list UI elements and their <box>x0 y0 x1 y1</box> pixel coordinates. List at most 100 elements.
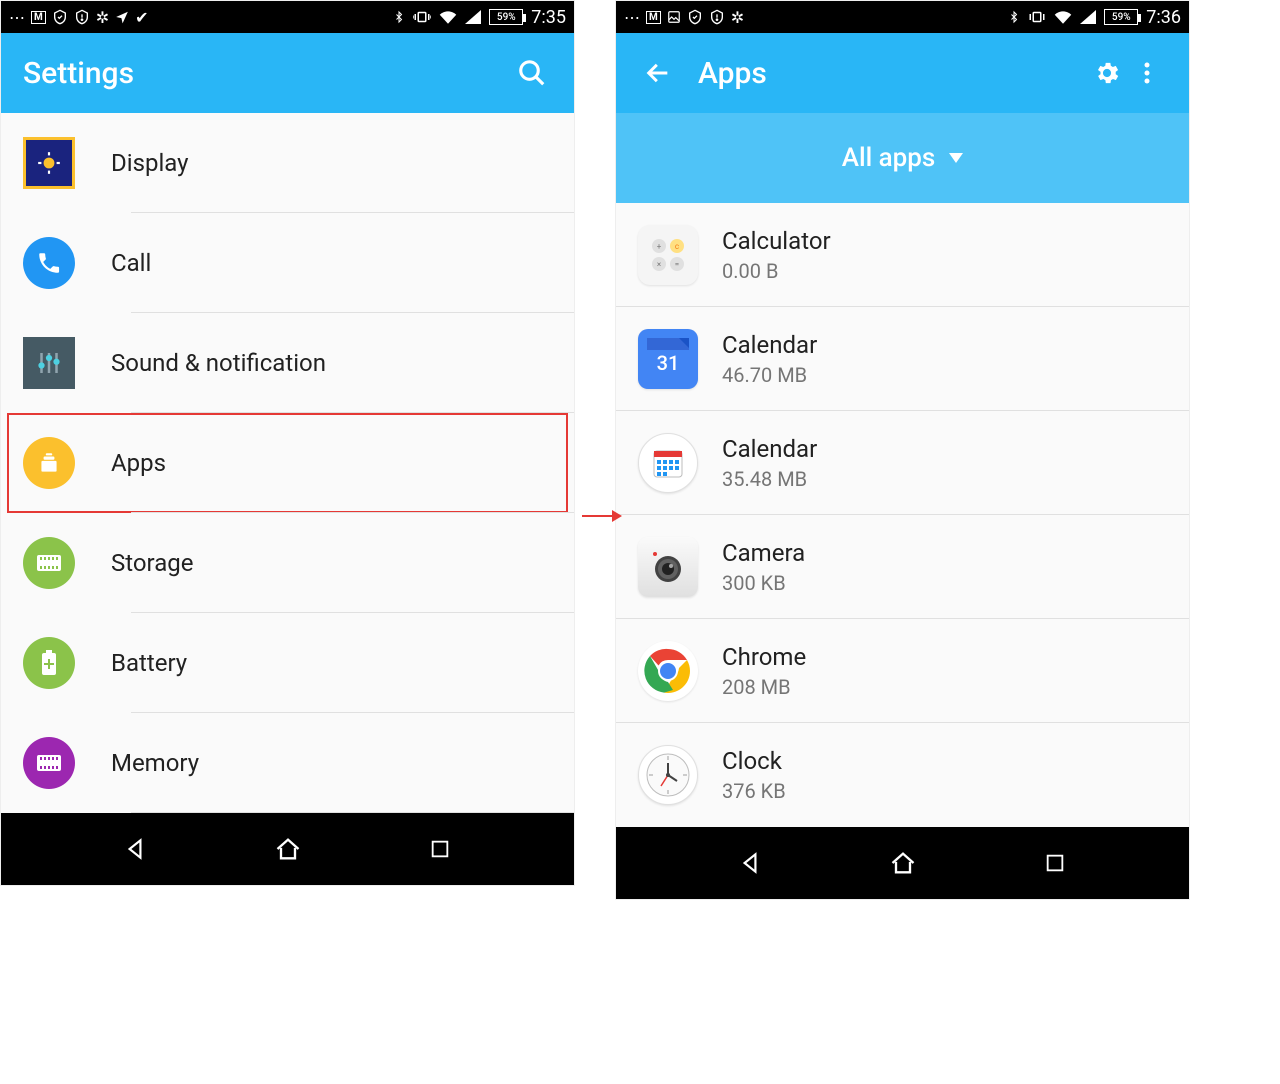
nav-back-button[interactable] <box>117 831 153 867</box>
item-label: Apps <box>111 449 166 477</box>
arrow-annotation <box>582 510 622 522</box>
status-time: 7:35 <box>531 7 566 28</box>
app-item-camera[interactable]: Camera 300 KB <box>616 515 1189 619</box>
vibrate-icon <box>1028 10 1046 24</box>
status-bar: ⋯ M ✲ ✔ <box>1 1 574 33</box>
battery-icon: 59% <box>1104 9 1138 25</box>
shield-check-icon <box>52 9 68 25</box>
arrow-right-icon <box>612 510 622 522</box>
app-size: 300 KB <box>722 571 805 595</box>
apps-list: +c×= Calculator 0.00 B 31 Calendar 46.70… <box>616 203 1189 827</box>
status-bar: ⋯ M ✲ <box>616 1 1189 33</box>
page-title: Apps <box>698 56 767 91</box>
settings-item-memory[interactable]: Memory <box>1 713 574 813</box>
signal-icon <box>465 10 481 24</box>
back-button[interactable] <box>638 53 678 93</box>
camera-icon <box>638 537 698 597</box>
app-item-calendar-stock[interactable]: Calendar 35.48 MB <box>616 411 1189 515</box>
display-icon <box>23 137 75 189</box>
sound-icon <box>23 337 75 389</box>
gmail-icon: M <box>31 11 46 24</box>
wifi-icon <box>439 10 457 24</box>
home-icon <box>889 849 917 877</box>
triangle-back-icon <box>122 836 148 862</box>
google-calendar-icon: 31 <box>638 329 698 389</box>
gear-icon <box>1093 59 1121 87</box>
settings-item-battery[interactable]: Battery <box>1 613 574 713</box>
app-item-calculator[interactable]: +c×= Calculator 0.00 B <box>616 203 1189 307</box>
app-item-clock[interactable]: Clock 376 KB <box>616 723 1189 827</box>
wifi-icon <box>1054 10 1072 24</box>
item-label: Battery <box>111 649 187 677</box>
nav-home-button[interactable] <box>270 831 306 867</box>
settings-item-sound[interactable]: Sound & notification <box>1 313 574 413</box>
clock-icon <box>638 745 698 805</box>
settings-item-apps[interactable]: Apps <box>1 413 574 513</box>
page-title: Settings <box>23 56 134 91</box>
nav-recent-button[interactable] <box>1037 845 1073 881</box>
nav-home-button[interactable] <box>885 845 921 881</box>
snowflake-icon: ✲ <box>731 8 744 27</box>
arrow-back-icon <box>644 59 672 87</box>
app-name: Chrome <box>722 643 806 671</box>
gmail-icon: M <box>646 11 661 24</box>
square-icon <box>1044 852 1066 874</box>
settings-item-display[interactable]: Display <box>1 113 574 213</box>
svg-text:31: 31 <box>657 351 680 375</box>
nav-recent-button[interactable] <box>422 831 458 867</box>
calendar-icon <box>638 433 698 493</box>
shield-alert-icon <box>74 9 90 25</box>
svg-text:c: c <box>675 242 679 251</box>
phone-apps: ⋯ M ✲ <box>615 0 1190 900</box>
app-name: Clock <box>722 747 786 775</box>
search-button[interactable] <box>512 53 552 93</box>
calculator-icon: +c×= <box>638 225 698 285</box>
memory-icon <box>23 737 75 789</box>
settings-item-call[interactable]: Call <box>1 213 574 313</box>
status-time: 7:36 <box>1146 7 1181 28</box>
bluetooth-icon <box>1008 9 1020 25</box>
app-name: Camera <box>722 539 805 567</box>
search-icon <box>517 58 547 88</box>
location-icon <box>115 10 129 24</box>
home-icon <box>274 835 302 863</box>
phone-settings: ⋯ M ✲ ✔ <box>0 0 575 886</box>
filter-dropdown[interactable]: All apps <box>616 113 1189 203</box>
overflow-menu-button[interactable] <box>1127 53 1167 93</box>
image-icon <box>667 10 681 24</box>
app-name: Calculator <box>722 227 831 255</box>
bluetooth-icon <box>393 9 405 25</box>
apps-icon <box>23 437 75 489</box>
more-vert-icon <box>1144 61 1150 85</box>
shield-check-icon <box>687 9 703 25</box>
app-item-calendar-google[interactable]: 31 Calendar 46.70 MB <box>616 307 1189 411</box>
shield-alert-icon <box>709 9 725 25</box>
chrome-icon <box>638 641 698 701</box>
battery-percent: 59% <box>1112 12 1131 23</box>
filter-label: All apps <box>842 143 936 173</box>
app-bar: Apps <box>616 33 1189 113</box>
settings-item-storage[interactable]: Storage <box>1 513 574 613</box>
app-item-chrome[interactable]: Chrome 208 MB <box>616 619 1189 723</box>
nav-back-button[interactable] <box>732 845 768 881</box>
more-icon: ⋯ <box>624 8 640 27</box>
item-label: Sound & notification <box>111 349 326 377</box>
app-name: Calendar <box>722 331 817 359</box>
call-icon <box>23 237 75 289</box>
app-name: Calendar <box>722 435 817 463</box>
check-icon: ✔ <box>135 8 148 27</box>
item-label: Call <box>111 249 151 277</box>
storage-icon <box>23 537 75 589</box>
settings-gear-button[interactable] <box>1087 53 1127 93</box>
highlight-annotation <box>7 413 568 513</box>
item-label: Display <box>111 149 189 177</box>
app-bar: Settings <box>1 33 574 113</box>
battery-icon: 59% <box>489 9 523 25</box>
snowflake-icon: ✲ <box>96 8 109 27</box>
nav-bar <box>1 813 574 885</box>
item-label: Memory <box>111 749 199 777</box>
more-icon: ⋯ <box>9 8 25 27</box>
app-size: 208 MB <box>722 675 806 699</box>
vibrate-icon <box>413 10 431 24</box>
app-size: 35.48 MB <box>722 467 817 491</box>
